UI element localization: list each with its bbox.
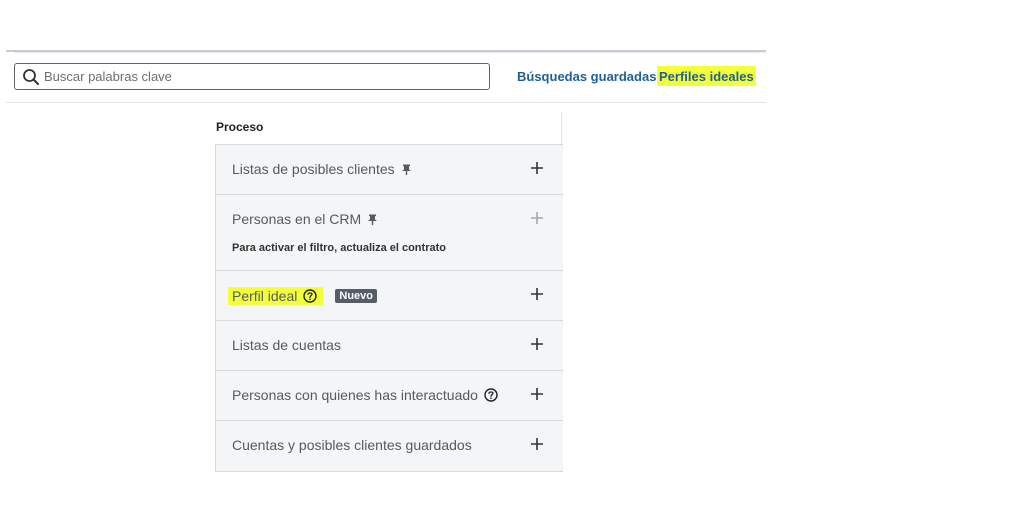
ideal-profiles-link[interactable]: Perfiles ideales xyxy=(657,66,756,86)
saved-searches-link[interactable]: Búsquedas guardadas xyxy=(517,69,656,84)
pin-icon xyxy=(401,164,412,175)
filter-label: Listas de posibles clientes xyxy=(232,161,395,177)
filter-row-label: Cuentas y posibles clientes guardados xyxy=(232,437,472,453)
filter-row-label: Personas en el CRM xyxy=(232,211,378,227)
filter-row-saved-accounts-leads[interactable]: Cuentas y posibles clientes guardados xyxy=(216,421,563,471)
filter-label: Personas con quienes has interactuado xyxy=(232,387,478,403)
filter-row-account-lists[interactable]: Listas de cuentas xyxy=(216,321,563,371)
filter-row-label: Listas de cuentas xyxy=(232,337,341,353)
pin-icon xyxy=(367,214,378,225)
filter-row-label: Listas de posibles clientes xyxy=(232,161,412,177)
filter-panel: Listas de posibles clientes Personas en … xyxy=(215,144,563,472)
sales-navigator-filters: Búsquedas guardadas Perfiles ideales Pro… xyxy=(0,0,1024,512)
filter-row-label: Perfil ideal Nuevo xyxy=(228,287,377,305)
help-icon[interactable] xyxy=(484,388,498,402)
keyword-search-input[interactable] xyxy=(44,65,489,88)
add-filter-button xyxy=(527,208,547,228)
new-badge: Nuevo xyxy=(335,289,377,303)
add-filter-button[interactable] xyxy=(527,434,547,454)
add-filter-button[interactable] xyxy=(527,384,547,404)
top-divider xyxy=(6,50,766,53)
filter-row-ideal-profile[interactable]: Perfil ideal Nuevo xyxy=(216,271,563,321)
add-filter-button[interactable] xyxy=(527,284,547,304)
filter-row-interacted-people[interactable]: Personas con quienes has interactuado xyxy=(216,371,563,421)
upgrade-contract-notice: Para activar el filtro, actualiza el con… xyxy=(232,242,446,254)
filter-row-crm-people: Personas en el CRM Para activar el filtr… xyxy=(216,195,563,271)
panel-title: Proceso xyxy=(216,120,264,134)
help-icon[interactable] xyxy=(303,289,318,303)
filter-label: Personas en el CRM xyxy=(232,211,362,227)
search-icon xyxy=(20,66,42,88)
filter-label: Listas de cuentas xyxy=(232,337,341,353)
add-filter-button[interactable] xyxy=(527,334,547,354)
filter-label: Perfil ideal xyxy=(232,288,298,304)
panel-divider xyxy=(561,112,562,146)
filter-row-lead-lists[interactable]: Listas de posibles clientes xyxy=(216,145,563,195)
filter-label: Cuentas y posibles clientes guardados xyxy=(232,437,472,453)
highlight-mark: Perfil ideal xyxy=(228,287,324,305)
keyword-search-box[interactable] xyxy=(14,63,490,90)
filter-row-label: Personas con quienes has interactuado xyxy=(232,387,498,403)
header-divider xyxy=(6,102,766,103)
add-filter-button[interactable] xyxy=(527,158,547,178)
